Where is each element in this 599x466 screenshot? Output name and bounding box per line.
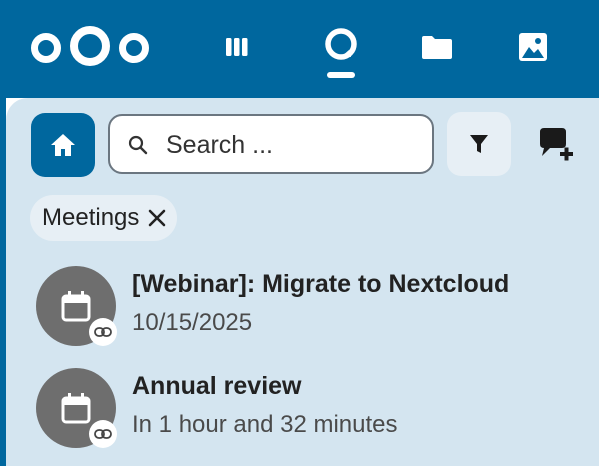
- new-conversation-button[interactable]: [530, 118, 582, 174]
- folder-icon[interactable]: [412, 26, 462, 68]
- link-icon: [89, 318, 117, 346]
- search-icon: [128, 135, 148, 155]
- calendar-icon: [61, 291, 91, 322]
- conversation-subtitle: In 1 hour and 32 minutes: [132, 411, 398, 438]
- talk-icon[interactable]: [312, 24, 370, 80]
- close-icon[interactable]: [147, 208, 167, 228]
- conversation-subtitle: 10/15/2025: [132, 309, 253, 336]
- conversation-title: [Webinar]: Migrate to Nextcloud: [132, 270, 510, 298]
- photos-icon[interactable]: [508, 26, 558, 68]
- filter-button[interactable]: [447, 112, 511, 176]
- filter-icon: [470, 135, 488, 153]
- app-header: [0, 0, 599, 98]
- conversation-item[interactable]: [Webinar]: Migrate to Nextcloud 10/15/20…: [32, 262, 592, 352]
- link-icon: [89, 420, 117, 448]
- filter-chip-label: Meetings: [42, 204, 140, 231]
- new-conversation-icon: [540, 128, 573, 161]
- search-input[interactable]: [166, 126, 416, 164]
- home-button[interactable]: [31, 113, 95, 177]
- calendar-icon: [61, 393, 91, 424]
- deck-icon[interactable]: [217, 26, 257, 68]
- search-field[interactable]: [108, 114, 434, 174]
- filter-chip: Meetings: [30, 195, 178, 241]
- nextcloud-logo[interactable]: [28, 24, 152, 68]
- conversation-title: Annual review: [132, 372, 302, 400]
- home-icon: [51, 134, 75, 156]
- conversation-item[interactable]: Annual review In 1 hour and 32 minutes: [32, 364, 592, 454]
